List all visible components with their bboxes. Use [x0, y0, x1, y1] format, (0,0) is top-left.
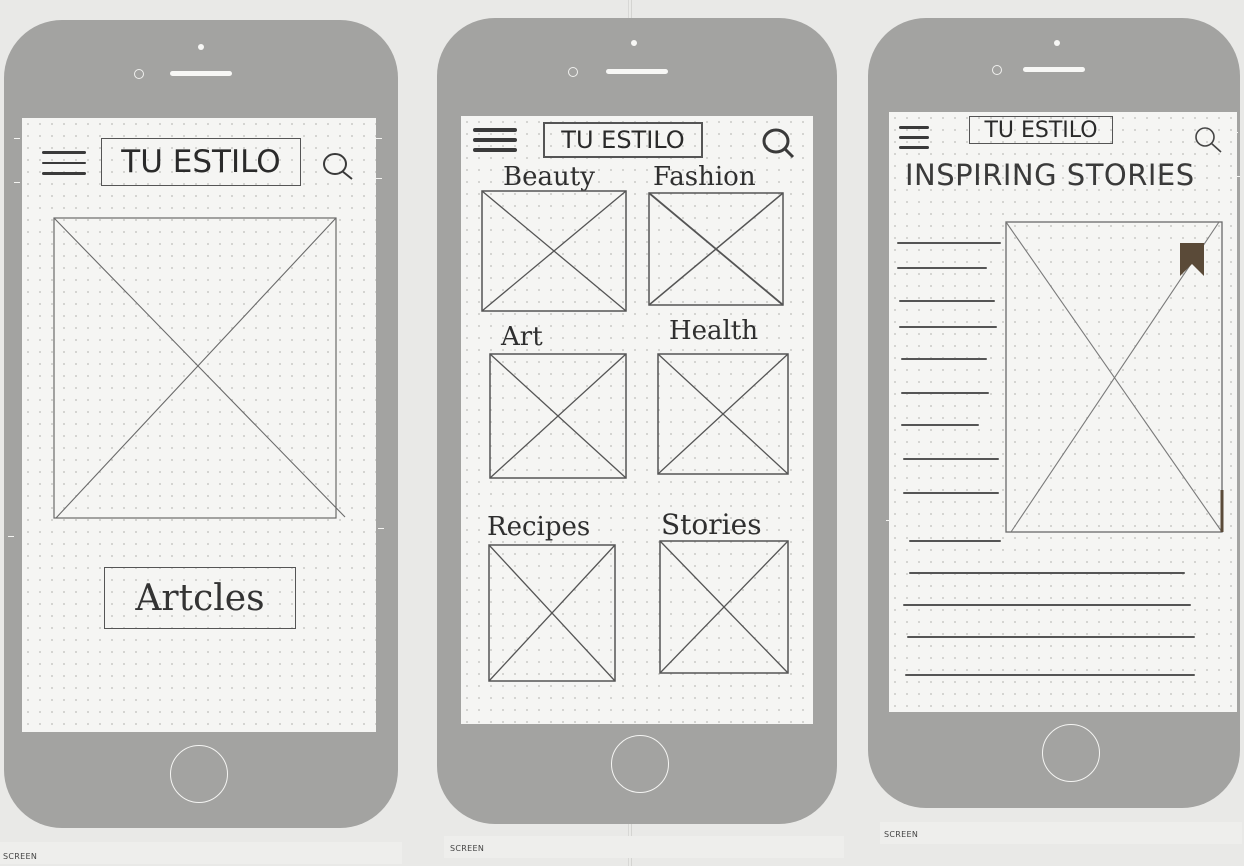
page-title: INSPIRING STORIES: [905, 158, 1195, 192]
label-strip: [0, 842, 402, 864]
label-strip: [880, 822, 1242, 844]
category-label-stories: Stories: [661, 508, 762, 541]
category-tile-fashion[interactable]: [648, 192, 786, 308]
frame-tick: [14, 138, 20, 139]
camera-dot: [1054, 40, 1060, 46]
logo-tu-estilo[interactable]: TU ESTILO: [969, 116, 1113, 144]
frame-tick: [378, 528, 384, 529]
search-icon[interactable]: [759, 126, 799, 160]
speaker-grille: [1023, 67, 1085, 72]
home-button[interactable]: [170, 745, 228, 803]
screen-label: SCREEN: [3, 852, 38, 861]
frame-tick: [8, 536, 14, 537]
category-label-art: Art: [501, 322, 543, 352]
text-line: [903, 458, 999, 460]
logo-text: TU ESTILO: [984, 117, 1098, 143]
screen-label: SCREEN: [884, 830, 919, 839]
category-label-health: Health: [669, 316, 759, 346]
hero-image-placeholder[interactable]: [53, 215, 349, 521]
front-sensor: [992, 65, 1002, 75]
frame-tick: [376, 138, 382, 139]
speaker-grille: [170, 71, 232, 76]
category-tile-stories[interactable]: [659, 540, 791, 676]
category-label-fashion: Fashion: [653, 162, 756, 192]
home-button[interactable]: [611, 735, 669, 793]
text-line: [909, 572, 1185, 574]
label-strip: [444, 836, 844, 858]
text-line: [903, 604, 1191, 606]
hamburger-icon[interactable]: [42, 151, 86, 175]
frame-tick: [1234, 176, 1240, 177]
category-label-recipes: Recipes: [487, 512, 591, 542]
camera-dot: [198, 44, 204, 50]
frame-tick: [886, 520, 892, 521]
logo-tu-estilo[interactable]: TU ESTILO: [101, 138, 301, 186]
category-tile-art[interactable]: [489, 353, 629, 481]
text-line: [901, 424, 979, 426]
text-line: [901, 392, 989, 394]
text-line: [897, 267, 987, 269]
camera-dot: [631, 40, 637, 46]
front-sensor: [134, 69, 144, 79]
text-line: [899, 326, 997, 328]
screen-categories: TU ESTILO Beauty Fashion Art Health Reci…: [461, 116, 813, 724]
hamburger-icon[interactable]: [473, 128, 517, 152]
category-tile-recipes[interactable]: [488, 544, 618, 684]
speaker-grille: [606, 69, 668, 74]
frame-tick: [1232, 132, 1238, 133]
search-icon[interactable]: [1191, 124, 1225, 154]
text-line: [903, 492, 999, 494]
text-line: [897, 242, 1001, 244]
screen-label: SCREEN: [450, 844, 485, 853]
text-line: [899, 300, 995, 302]
text-line: [901, 358, 987, 360]
bookmark-icon[interactable]: [1177, 240, 1207, 278]
articles-button-label: Artcles: [135, 577, 265, 619]
screen-home: TU ESTILO Artcles: [22, 118, 376, 732]
category-label-beauty: Beauty: [503, 162, 595, 192]
hamburger-icon[interactable]: [899, 126, 929, 149]
logo-tu-estilo[interactable]: TU ESTILO: [543, 122, 703, 158]
category-tile-beauty[interactable]: [481, 190, 629, 314]
text-line: [905, 674, 1195, 676]
articles-button[interactable]: Artcles: [104, 567, 296, 629]
home-button[interactable]: [1042, 724, 1100, 782]
logo-text: TU ESTILO: [121, 144, 281, 180]
frame-tick: [376, 178, 382, 179]
search-icon[interactable]: [318, 148, 358, 182]
text-line: [909, 540, 1001, 542]
frame-tick: [14, 182, 20, 183]
category-tile-health[interactable]: [657, 353, 791, 477]
front-sensor: [568, 67, 578, 77]
frame-tick: [806, 520, 812, 521]
text-line: [907, 636, 1195, 638]
screen-inspiring-stories: TU ESTILO INSPIRING STORIES: [889, 112, 1237, 712]
logo-text: TU ESTILO: [561, 126, 685, 154]
